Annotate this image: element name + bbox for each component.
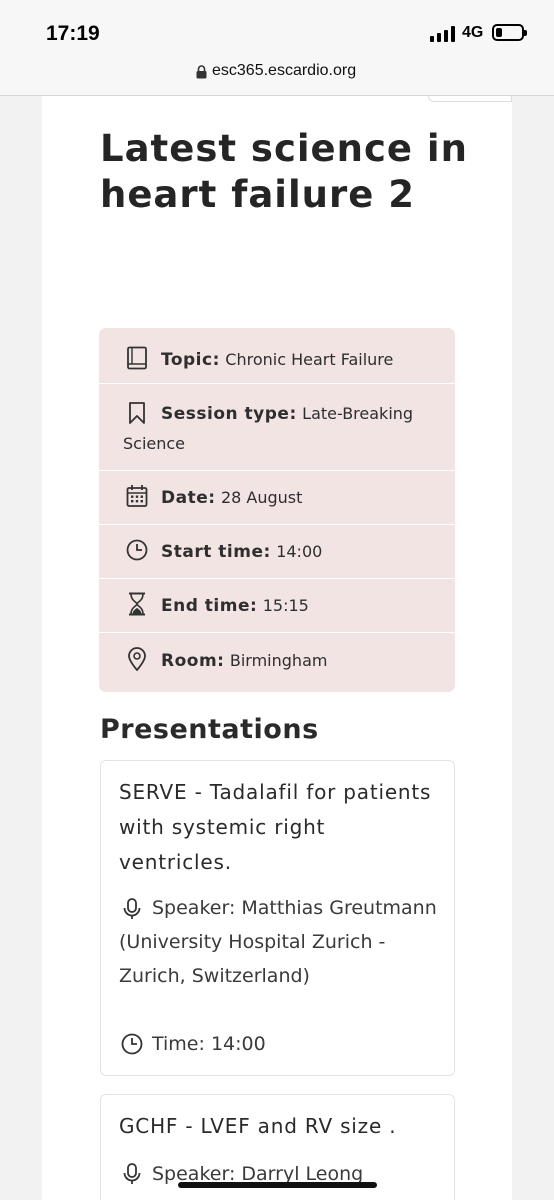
detail-label: End time: bbox=[161, 596, 258, 616]
cellular-signal-icon bbox=[430, 26, 456, 42]
detail-value: Birmingham bbox=[229, 651, 328, 670]
header-edge bbox=[428, 96, 512, 102]
detail-value: Chronic Heart Failure bbox=[225, 350, 394, 369]
presentation-time: Time: 14:00 bbox=[152, 1033, 266, 1055]
battery-icon bbox=[492, 24, 527, 41]
url-text[interactable]: esc365.escardio.org bbox=[212, 62, 356, 80]
presentation-title[interactable]: GCHF - LVEF and RV size . bbox=[119, 1109, 439, 1144]
presentations-heading: Presentations bbox=[100, 714, 319, 745]
detail-room: Room: Birmingham bbox=[99, 633, 455, 692]
detail-value: 14:00 bbox=[276, 542, 323, 561]
status-time: 17:19 bbox=[46, 22, 100, 45]
home-indicator[interactable] bbox=[178, 1182, 377, 1188]
lock-icon bbox=[196, 65, 207, 79]
detail-end-time: End time: 15:15 bbox=[99, 579, 455, 633]
detail-value: 28 August bbox=[220, 488, 303, 507]
detail-value: 15:15 bbox=[262, 596, 309, 615]
detail-label: Room: bbox=[161, 651, 225, 671]
detail-label: Start time: bbox=[161, 542, 271, 562]
presentation-card[interactable]: SERVE - Tadalafil for patients with syst… bbox=[100, 760, 455, 1076]
detail-label: Topic: bbox=[161, 350, 220, 370]
detail-label: Session type: bbox=[161, 404, 297, 424]
status-bar: 17:19 4G bbox=[0, 0, 554, 60]
presentation-speaker: Speaker: Matthias Greutmann (University … bbox=[119, 897, 437, 987]
detail-topic: Topic: Chronic Heart Failure bbox=[99, 328, 455, 384]
page-title: Latest science in heart failure 2 bbox=[100, 127, 468, 216]
detail-start-time: Start time: 14:00 bbox=[99, 525, 455, 579]
detail-session-type: Session type: Late-Breaking Science bbox=[99, 384, 455, 471]
network-type: 4G bbox=[462, 24, 484, 41]
session-details: Topic: Chronic Heart Failure Session typ… bbox=[99, 328, 455, 692]
detail-label: Date: bbox=[161, 488, 216, 508]
detail-date: Date: 28 August bbox=[99, 471, 455, 525]
presentation-title[interactable]: SERVE - Tadalafil for patients with syst… bbox=[119, 775, 439, 880]
